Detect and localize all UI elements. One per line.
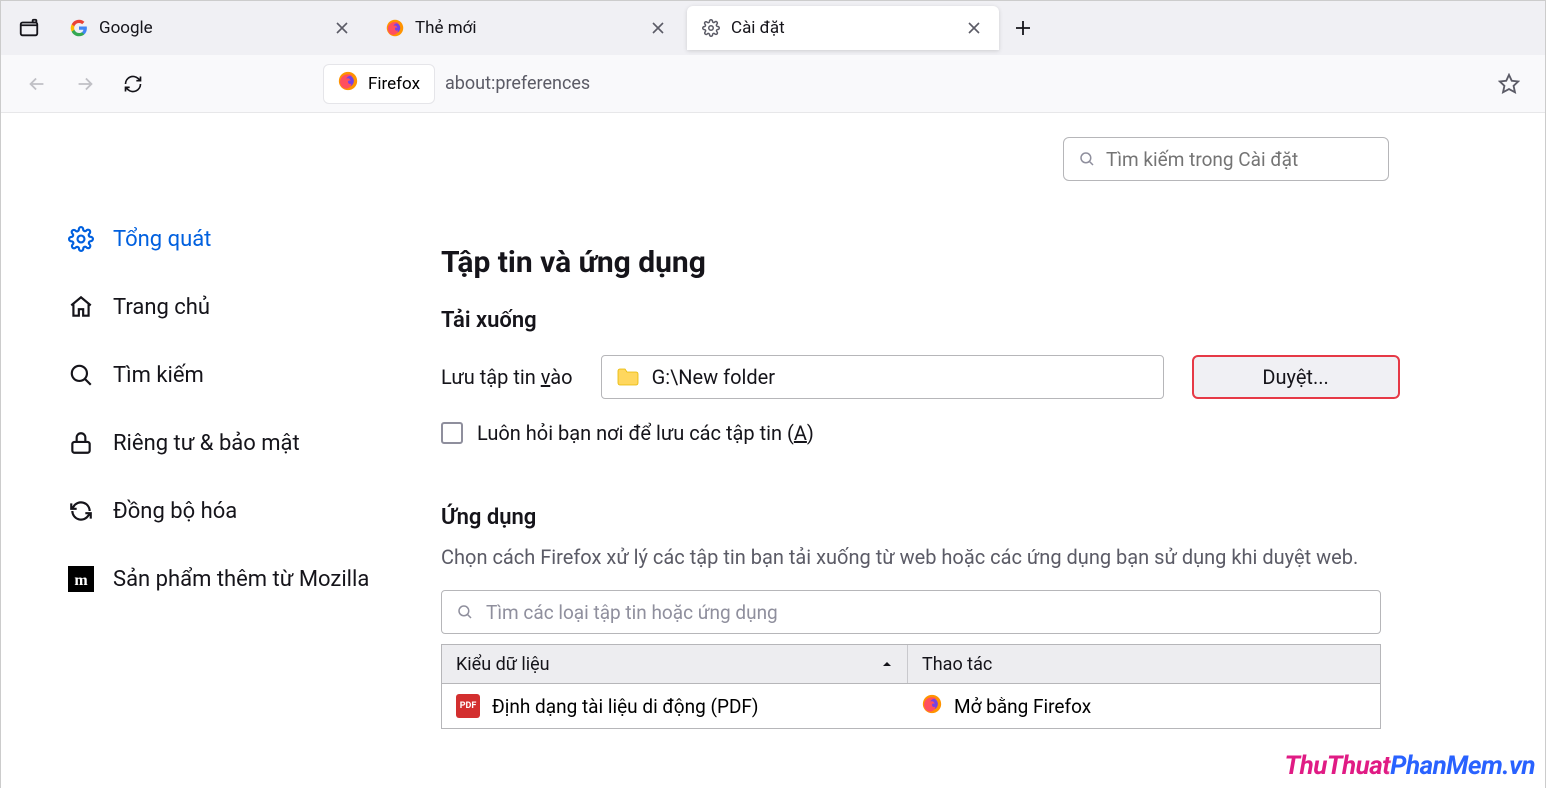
back-button[interactable] bbox=[19, 66, 55, 102]
application-search-input[interactable]: Tìm các loại tập tin hoặc ứng dụng bbox=[441, 590, 1381, 634]
sidebar-item-label: Đồng bộ hóa bbox=[113, 499, 237, 524]
download-folder-path: G:\New folder bbox=[652, 365, 775, 389]
table-row[interactable]: PDF Định dạng tài liệu di động (PDF) Mở … bbox=[442, 684, 1380, 728]
column-action[interactable]: Thao tác bbox=[908, 645, 1380, 683]
download-folder-input[interactable]: G:\New folder bbox=[601, 355, 1164, 399]
identity-label: Firefox bbox=[368, 74, 420, 94]
applications-desc: Chọn cách Firefox xử lý các tập tin bạn … bbox=[441, 542, 1381, 572]
applications-table: Kiểu dữ liệu Thao tác PDF Định dạng tài … bbox=[441, 644, 1381, 729]
sidebar-item-privacy[interactable]: Riêng tư & bảo mật bbox=[63, 409, 431, 477]
firefox-icon bbox=[338, 71, 358, 96]
firefox-icon bbox=[385, 18, 405, 38]
table-header: Kiểu dữ liệu Thao tác bbox=[442, 644, 1380, 684]
search-icon bbox=[456, 603, 474, 621]
gear-icon bbox=[701, 18, 721, 38]
sidebar-item-more-mozilla[interactable]: m Sản phẩm thêm từ Mozilla bbox=[63, 545, 431, 613]
close-icon[interactable] bbox=[647, 17, 669, 39]
settings-sidebar: Tổng quát Trang chủ Tìm kiếm Riêng tư & … bbox=[1, 113, 431, 789]
forward-button[interactable] bbox=[67, 66, 103, 102]
sidebar-item-label: Tìm kiếm bbox=[113, 363, 204, 388]
sync-icon bbox=[67, 497, 95, 525]
settings-search-placeholder: Tìm kiếm trong Cài đặt bbox=[1106, 148, 1298, 171]
sort-asc-icon bbox=[881, 658, 893, 670]
home-icon bbox=[67, 293, 95, 321]
sidebar-item-home[interactable]: Trang chủ bbox=[63, 273, 431, 341]
new-tab-button[interactable] bbox=[1003, 8, 1043, 48]
tab-google[interactable]: Google bbox=[55, 6, 367, 50]
save-location-row: Lưu tập tin vào G:\New folder Duyệt... bbox=[441, 355, 1545, 399]
tab-new[interactable]: Thẻ mới bbox=[371, 6, 683, 50]
sidebar-item-sync[interactable]: Đồng bộ hóa bbox=[63, 477, 431, 545]
tab-label: Cài đặt bbox=[731, 18, 953, 38]
tab-settings[interactable]: Cài đặt bbox=[687, 6, 999, 50]
always-ask-label: Luôn hỏi bạn nơi để lưu các tập tin (A) bbox=[477, 421, 814, 445]
downloads-heading: Tải xuống bbox=[441, 308, 1545, 333]
always-ask-row[interactable]: Luôn hỏi bạn nơi để lưu các tập tin (A) bbox=[441, 421, 1545, 445]
search-icon bbox=[1078, 150, 1096, 168]
save-location-label: Lưu tập tin vào bbox=[441, 365, 573, 389]
pdf-icon: PDF bbox=[456, 694, 480, 718]
watermark: ThuThuatPhanMem.vn bbox=[1284, 751, 1535, 781]
close-icon[interactable] bbox=[963, 17, 985, 39]
mozilla-icon: m bbox=[67, 565, 95, 593]
application-search-placeholder: Tìm các loại tập tin hoặc ứng dụng bbox=[486, 601, 778, 624]
identity-box[interactable]: Firefox bbox=[323, 64, 435, 104]
sidebar-item-label: Trang chủ bbox=[113, 295, 210, 320]
tab-label: Thẻ mới bbox=[415, 18, 637, 38]
browse-button[interactable]: Duyệt... bbox=[1192, 355, 1400, 399]
reload-button[interactable] bbox=[115, 66, 151, 102]
lock-icon bbox=[67, 429, 95, 457]
folder-icon bbox=[616, 367, 640, 387]
sidebar-item-label: Riêng tư & bảo mật bbox=[113, 431, 300, 456]
search-icon bbox=[67, 361, 95, 389]
settings-search-input[interactable]: Tìm kiếm trong Cài đặt bbox=[1063, 137, 1389, 181]
sidebar-item-label: Tổng quát bbox=[113, 227, 211, 252]
sidebar-item-general[interactable]: Tổng quát bbox=[63, 205, 431, 273]
sidebar-item-search[interactable]: Tìm kiếm bbox=[63, 341, 431, 409]
settings-main: Tìm kiếm trong Cài đặt Tập tin và ứng dụ… bbox=[431, 113, 1545, 789]
section-heading: Tập tin và ứng dụng bbox=[441, 245, 1545, 280]
applications-heading: Ứng dụng bbox=[441, 505, 1545, 530]
app-menu-button[interactable] bbox=[7, 8, 51, 48]
close-icon[interactable] bbox=[331, 17, 353, 39]
bookmark-star-button[interactable] bbox=[1491, 66, 1527, 102]
url-text: about:preferences bbox=[445, 73, 590, 94]
firefox-icon bbox=[922, 694, 942, 719]
tab-label: Google bbox=[99, 18, 321, 38]
nav-toolbar: Firefox about:preferences bbox=[1, 55, 1545, 113]
url-bar[interactable]: Firefox about:preferences bbox=[323, 64, 1479, 104]
tab-strip: Google Thẻ mới Cài đặt bbox=[1, 1, 1545, 55]
svg-text:m: m bbox=[74, 572, 88, 589]
cell-action[interactable]: Mở bằng Firefox bbox=[908, 684, 1380, 728]
gear-icon bbox=[67, 225, 95, 253]
column-content-type[interactable]: Kiểu dữ liệu bbox=[442, 645, 908, 683]
always-ask-checkbox[interactable] bbox=[441, 422, 463, 444]
google-icon bbox=[69, 18, 89, 38]
cell-content-type: PDF Định dạng tài liệu di động (PDF) bbox=[442, 684, 908, 728]
preferences-content: Tổng quát Trang chủ Tìm kiếm Riêng tư & … bbox=[1, 113, 1545, 789]
sidebar-item-label: Sản phẩm thêm từ Mozilla bbox=[113, 567, 369, 592]
